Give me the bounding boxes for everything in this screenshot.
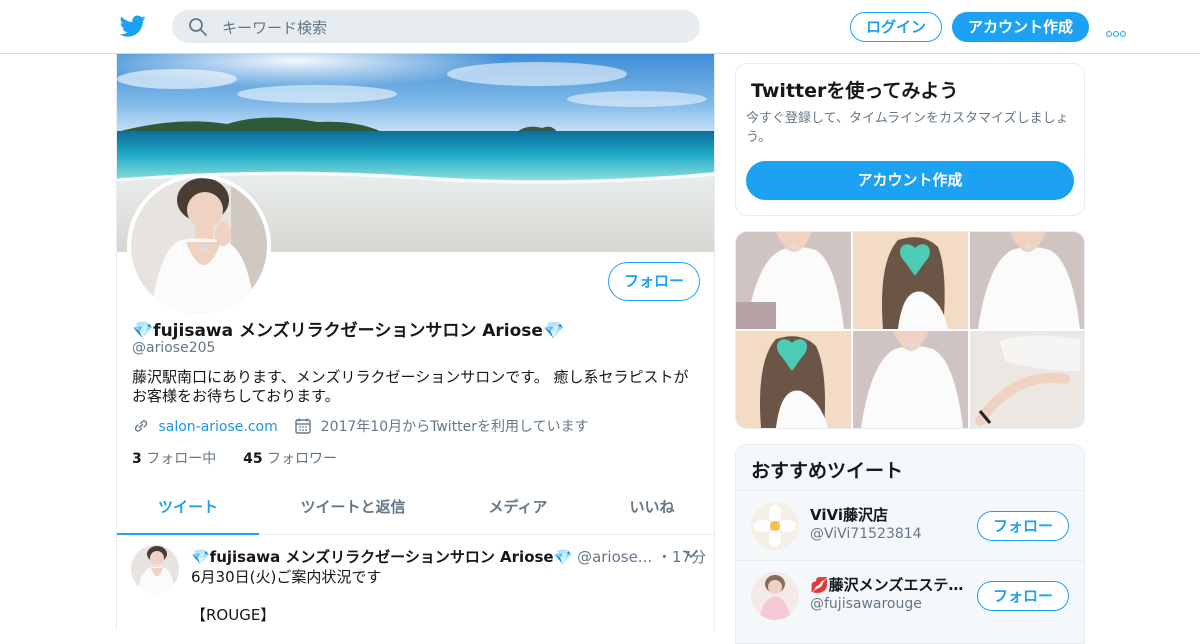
media-thumbnail[interactable]	[970, 232, 1084, 329]
search-icon	[189, 18, 207, 36]
tab-media[interactable]: メディア	[447, 484, 589, 535]
twitter-bird-icon[interactable]	[120, 13, 146, 39]
tab-tweets-and-replies[interactable]: ツイートと返信	[282, 484, 424, 535]
followers-label: フォロワー	[267, 451, 338, 467]
signup-promo-card: Twitterを使ってみよう 今すぐ登録して、タイムラインをカスタマイズしましょ…	[735, 63, 1085, 216]
calendar-icon	[295, 418, 311, 434]
recommended-user-name[interactable]: 💋藤沢メンズエステ…	[810, 574, 970, 595]
media-thumbnail[interactable]	[736, 331, 851, 428]
tweet-text: 6月30日(火)ご案内状況です 【ROUGE】	[191, 568, 382, 624]
profile-column: フォロー 💎fujisawa メンズリラクゼーションサロン Ariose💎 @a…	[116, 54, 715, 630]
media-thumbnail[interactable]	[970, 331, 1084, 428]
signup-card-title: Twitterを使ってみよう	[751, 80, 959, 102]
follow-button[interactable]: フォロー	[977, 511, 1069, 541]
tweet-header: 💎fujisawa メンズリラクゼーションサロン Ariose💎 @ariose…	[191, 546, 706, 567]
tweet-author-handle[interactable]: @ariose...	[577, 548, 652, 566]
login-button[interactable]: ログイン	[850, 12, 942, 42]
following-stat[interactable]: 3 フォロー中	[132, 451, 216, 467]
recommended-user-handle[interactable]: @ViVi71523814	[810, 526, 922, 542]
profile-meta: salon-ariose.com 2017年10月からTwitterを利用してい…	[132, 416, 589, 436]
signup-button[interactable]: アカウント作成	[952, 12, 1089, 42]
recommended-user-avatar[interactable]	[751, 572, 799, 620]
following-count: 3	[132, 451, 142, 467]
signup-card-description: 今すぐ登録して、タイムラインをカスタマイズしましょう。	[746, 111, 1069, 145]
recommended-user-avatar[interactable]	[751, 502, 799, 550]
media-thumbnail[interactable]	[853, 331, 968, 428]
search-input[interactable]: キーワード検索	[222, 17, 327, 38]
media-thumbnail[interactable]	[736, 232, 851, 329]
recommended-user-row[interactable]: ViVi藤沢店 @ViVi71523814 フォロー	[736, 490, 1084, 560]
link-icon	[134, 420, 148, 432]
profile-joined-date: 2017年10月からTwitterを利用しています	[320, 419, 589, 435]
recommended-user-name[interactable]: ViVi藤沢店	[810, 504, 970, 525]
recommended-user-row[interactable]: 💋藤沢メンズエステ… @fujisawarouge フォロー	[736, 560, 1084, 630]
profile-tabs: ツイート ツイートと返信 メディア いいね	[117, 484, 714, 535]
recommended-user-handle[interactable]: @fujisawarouge	[810, 596, 922, 612]
followers-stat[interactable]: 45 フォロワー	[243, 451, 337, 467]
search-bar[interactable]: キーワード検索	[172, 10, 700, 43]
top-navigation-bar: キーワード検索 ログイン アカウント作成	[0, 0, 1200, 54]
tweet-separator: ・	[656, 548, 672, 566]
tab-likes[interactable]: いいね	[592, 484, 712, 535]
tweet-author-name[interactable]: 💎fujisawa メンズリラクゼーションサロン Ariose💎	[191, 548, 572, 566]
recommended-tweets-panel: おすすめツイート ViVi藤沢店 @ViVi71523814 フォロー 💋藤沢メ…	[735, 444, 1085, 644]
recommended-title: おすすめツイート	[751, 460, 904, 482]
profile-name[interactable]: 💎fujisawa メンズリラクゼーションサロン Ariose💎	[132, 316, 564, 341]
profile-handle[interactable]: @ariose205	[132, 340, 215, 356]
tab-tweets[interactable]: ツイート	[117, 484, 259, 535]
follow-button[interactable]: フォロー	[977, 581, 1069, 611]
tweet-item[interactable]: 💎fujisawa メンズリラクゼーションサロン Ariose💎 @ariose…	[117, 535, 714, 630]
tweet-avatar[interactable]	[131, 545, 179, 593]
follow-button[interactable]: フォロー	[608, 262, 700, 301]
profile-website-link[interactable]: salon-ariose.com	[158, 419, 277, 435]
signup-card-button[interactable]: アカウント作成	[746, 161, 1074, 200]
profile-bio: 藤沢駅南口にあります、メンズリラクゼーションサロンです。 癒し系セラピストがお客…	[132, 368, 689, 405]
media-thumbnail[interactable]	[853, 232, 968, 329]
more-icon[interactable]	[1106, 22, 1132, 37]
profile-avatar[interactable]	[127, 174, 271, 318]
chevron-down-icon[interactable]	[683, 548, 699, 560]
following-label: フォロー中	[146, 451, 217, 467]
media-photo-grid	[735, 231, 1085, 429]
profile-counts: 3 フォロー中 45 フォロワー	[132, 448, 337, 468]
followers-count: 45	[243, 451, 263, 467]
